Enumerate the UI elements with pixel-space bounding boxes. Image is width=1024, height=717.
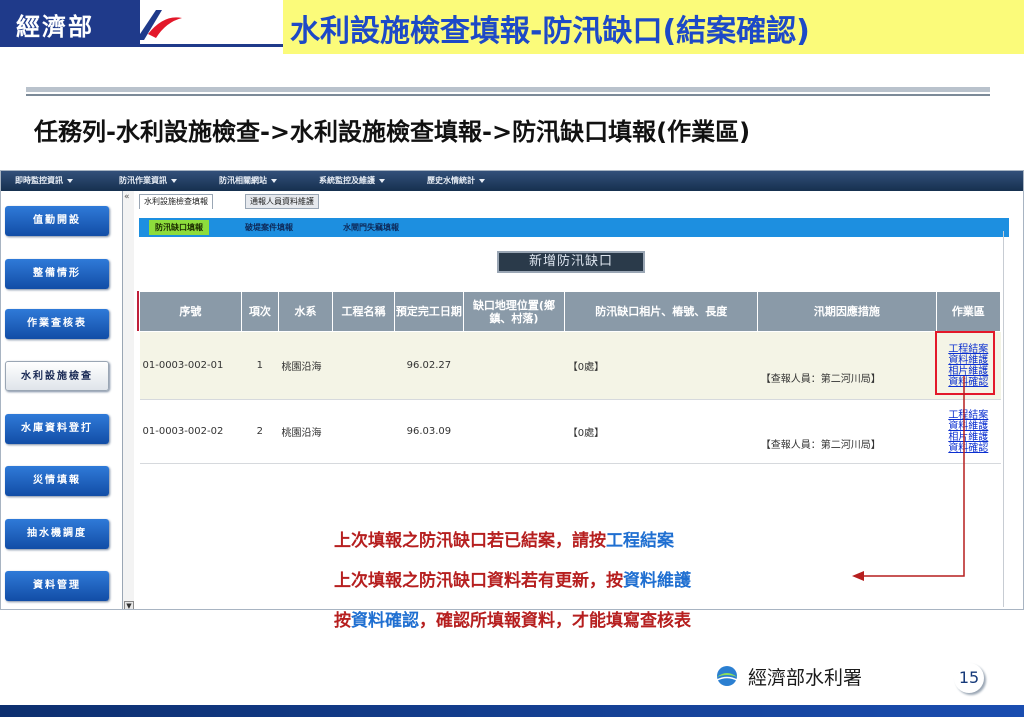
table-row: 01-0003-002-01 1 桃園沿海 96.02.27 【0處】 【查報人… <box>139 331 1001 400</box>
ministry-badge: 經濟部 <box>0 0 140 44</box>
menu-item-label: 即時監控資訊 <box>15 176 63 185</box>
instruction-highlight: 工程結案 <box>606 531 674 551</box>
footer-logo-text: 經濟部水利署 <box>748 667 863 689</box>
flood-gap-table: 序號 項次 水系 工程名稱 預定完工日期 缺口地理位置(鄉鎮、村落) 防汛缺口相… <box>139 291 1002 464</box>
photo-maintenance-link[interactable]: 相片維護 <box>939 432 997 443</box>
cell-project <box>332 399 395 464</box>
table-row: 01-0003-002-02 2 桃園沿海 96.03.09 【0處】 【查報人… <box>139 399 1001 464</box>
cell-photos: 【0處】 <box>564 331 758 400</box>
cell-serial: 01-0003-002-01 <box>139 331 242 400</box>
cell-water-system: 桃園沿海 <box>278 331 333 400</box>
ministry-label: 經濟部 <box>16 13 94 41</box>
tab-facility-inspection[interactable]: 水利設施檢查填報 <box>139 194 213 209</box>
cell-serial: 01-0003-002-02 <box>139 399 242 464</box>
divider-rule <box>26 94 990 96</box>
chevron-down-icon <box>171 178 177 183</box>
subtab-flood-gap[interactable]: 防汛缺口填報 <box>149 220 209 235</box>
instruction-text: 上次填報之防汛缺口若已結案，請按 <box>334 531 606 551</box>
menu-item-label: 歷史水情統計 <box>427 176 475 185</box>
close-project-link[interactable]: 工程結案 <box>939 410 997 421</box>
chevron-down-icon <box>479 178 485 183</box>
cell-index: 1 <box>241 331 279 400</box>
column-header: 項次 <box>240 291 280 332</box>
cell-actions: 工程結案 資料維護 相片維護 資料確認 <box>936 399 1001 464</box>
column-header: 作業區 <box>935 291 1002 332</box>
top-menu-bar: 即時監控資訊 防汛作業資訊 防汛相關網站 系統監控及維護 歷史水情統計 <box>1 171 1023 191</box>
tab-reporter-maintenance[interactable]: 通報人員資料維護 <box>245 194 319 209</box>
cell-measures: 【查報人員：第二河川局】 <box>757 399 937 464</box>
column-header: 工程名稱 <box>331 291 396 332</box>
sidebar-item-data-management[interactable]: 資料管理 <box>5 571 109 601</box>
sidebar-item-facility-inspection[interactable]: 水利設施檢查 <box>5 361 109 391</box>
column-header: 序號 <box>139 291 242 332</box>
action-highlight-box <box>935 331 995 395</box>
cell-water-system: 桃園沿海 <box>278 399 333 464</box>
instruction-data-confirm: 按資料確認，確認所填報資料，才能填寫查核表 <box>334 606 691 631</box>
cell-date: 96.02.27 <box>394 331 464 400</box>
sidebar-item-reservoir[interactable]: 水庫資料登打 <box>5 414 109 444</box>
cell-location <box>463 331 565 400</box>
instruction-highlight: 資料維護 <box>623 571 691 591</box>
cell-location <box>463 399 565 464</box>
instruction-text: 上次填報之防汛缺口資料若有更新，按 <box>334 571 623 591</box>
cell-measures: 【查報人員：第二河川局】 <box>757 331 937 400</box>
sidebar-item-preparation[interactable]: 整備情形 <box>5 259 109 289</box>
chevron-down-icon <box>379 178 385 183</box>
subtab-bar: 防汛缺口填報 破堤案件填報 水閘門失竊填報 <box>139 218 1009 237</box>
breadcrumb: 任務列-水利設施檢查->水利設施檢查填報->防汛缺口填報(作業區) <box>34 118 751 146</box>
page-number: 15 <box>954 663 984 693</box>
column-header: 預定完工日期 <box>394 291 464 332</box>
menu-item-label: 系統監控及維護 <box>319 176 375 185</box>
chevron-down-icon <box>271 178 277 183</box>
instruction-close-project: 上次填報之防汛缺口若已結案，請按工程結案 <box>334 526 674 551</box>
column-header: 水系 <box>278 291 333 332</box>
instruction-data-maintenance: 上次填報之防汛缺口資料若有更新，按資料維護 <box>334 566 691 591</box>
slide-header: 經濟部 水利設施檢查填報-防汛缺口(結案確認) <box>0 0 1024 54</box>
ministry-swoosh-icon <box>136 10 182 40</box>
instruction-highlight: 資料確認 <box>351 611 419 631</box>
sidebar-item-duty[interactable]: 值勤開設 <box>5 206 109 236</box>
add-flood-gap-button[interactable]: 新增防汛缺口 <box>497 251 645 273</box>
cell-project <box>332 331 395 400</box>
table-header-row: 序號 項次 水系 工程名稱 預定完工日期 缺口地理位置(鄉鎮、村落) 防汛缺口相… <box>139 291 1002 332</box>
sidebar-scrollbar[interactable]: « ▼ <box>122 191 134 609</box>
sidebar: 值勤開設 整備情形 作業查核表 水利設施檢查 水庫資料登打 災情填報 抽水機調度… <box>1 191 136 609</box>
column-header: 汛期因應措施 <box>757 291 937 332</box>
collapse-double-chevron-icon[interactable]: « <box>124 192 130 202</box>
sidebar-item-checklist[interactable]: 作業查核表 <box>5 309 109 339</box>
data-maintenance-link[interactable]: 資料維護 <box>939 421 997 432</box>
menu-item[interactable]: 系統監控及維護 <box>319 175 385 186</box>
menu-item-label: 防汛作業資訊 <box>119 176 167 185</box>
cell-index: 2 <box>241 399 279 464</box>
cell-photos: 【0處】 <box>564 399 758 464</box>
instruction-text: 按 <box>334 611 351 631</box>
slide-title: 水利設施檢查填報-防汛缺口(結案確認) <box>290 14 810 49</box>
cell-date: 96.03.09 <box>394 399 464 464</box>
column-header: 防汛缺口相片、樁號、長度 <box>564 291 759 332</box>
subtab-breach[interactable]: 破堤案件填報 <box>239 220 299 235</box>
menu-item[interactable]: 防汛相關網站 <box>219 175 277 186</box>
panel-right-border <box>1003 231 1017 607</box>
divider-rule <box>26 87 990 92</box>
sidebar-item-pump[interactable]: 抽水機調度 <box>5 519 109 549</box>
menu-item[interactable]: 防汛作業資訊 <box>119 175 177 186</box>
scroll-down-icon[interactable]: ▼ <box>124 601 134 609</box>
menu-item-label: 防汛相關網站 <box>219 176 267 185</box>
menu-item[interactable]: 歷史水情統計 <box>427 175 485 186</box>
header-rule <box>0 44 290 47</box>
subtab-gate-theft[interactable]: 水閘門失竊填報 <box>337 220 405 235</box>
data-confirm-link[interactable]: 資料確認 <box>939 443 997 454</box>
chevron-down-icon <box>67 178 73 183</box>
menu-item[interactable]: 即時監控資訊 <box>15 175 73 186</box>
water-resources-logo-icon <box>716 666 738 686</box>
instruction-text: ，確認所填報資料，才能填寫查核表 <box>419 611 691 631</box>
footer-bar <box>0 705 1024 717</box>
sidebar-item-disaster[interactable]: 災情填報 <box>5 466 109 496</box>
column-header: 缺口地理位置(鄉鎮、村落) <box>462 291 566 332</box>
